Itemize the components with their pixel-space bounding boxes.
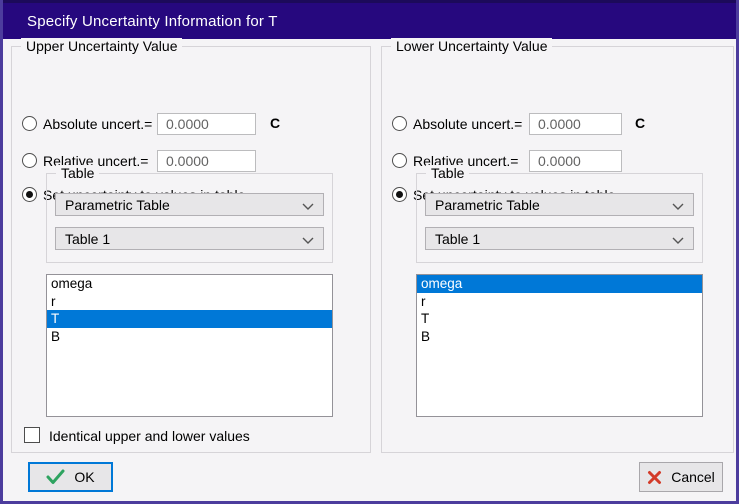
table-group-title: Table [426, 165, 469, 181]
titlebar[interactable]: Specify Uncertainty Information for T [0, 0, 739, 39]
upper-uncertainty-group: Upper Uncertainty Value Absolute uncert.… [11, 46, 371, 453]
cancel-button[interactable]: Cancel [639, 462, 723, 492]
selected-table-type: Parametric Table [65, 197, 170, 213]
lower-absolute-radio[interactable] [392, 116, 407, 131]
upper-absolute-radio[interactable] [22, 116, 37, 131]
lower-table-name-select[interactable]: Table 1 [425, 227, 694, 250]
lower-relative-radio[interactable] [392, 153, 407, 168]
group-title: Upper Uncertainty Value [21, 38, 182, 54]
upper-relative-radio[interactable] [22, 153, 37, 168]
check-icon [46, 469, 65, 485]
upper-table-name-select[interactable]: Table 1 [55, 227, 324, 250]
selected-table-name: Table 1 [65, 231, 110, 247]
lower-absolute-unit: C [635, 115, 645, 131]
cancel-button-label: Cancel [671, 469, 715, 485]
list-item[interactable]: B [417, 328, 702, 346]
selected-table-name: Table 1 [435, 231, 480, 247]
identical-checkbox[interactable] [24, 427, 40, 443]
upper-table-radio[interactable] [22, 187, 37, 202]
identical-checkbox-label[interactable]: Identical upper and lower values [49, 428, 250, 444]
group-title: Lower Uncertainty Value [391, 38, 552, 54]
lower-absolute-input[interactable] [529, 113, 622, 135]
x-icon [647, 470, 662, 485]
lower-relative-input[interactable] [529, 150, 622, 172]
list-item[interactable]: T [417, 310, 702, 328]
list-item[interactable]: B [47, 328, 332, 346]
chevron-down-icon [672, 231, 684, 247]
window-title: Specify Uncertainty Information for T [0, 13, 278, 30]
specify-uncertainty-dialog: Specify Uncertainty Information for T Up… [0, 0, 739, 504]
lower-table-radio[interactable] [392, 187, 407, 202]
chevron-down-icon [672, 197, 684, 213]
chevron-down-icon [302, 231, 314, 247]
list-item[interactable]: r [417, 293, 702, 311]
list-item[interactable]: T [47, 310, 332, 328]
ok-button[interactable]: OK [28, 462, 113, 492]
lower-table-group: Table Parametric Table Table 1 [416, 173, 703, 263]
lower-variable-listbox[interactable]: omega r T B [416, 274, 703, 417]
list-item[interactable]: omega [47, 275, 332, 293]
table-group-title: Table [56, 165, 99, 181]
list-item[interactable]: r [47, 293, 332, 311]
list-item[interactable]: omega [417, 275, 702, 293]
upper-absolute-label: Absolute uncert.= [43, 116, 152, 132]
upper-table-type-select[interactable]: Parametric Table [55, 193, 324, 216]
ok-button-label: OK [74, 469, 94, 485]
upper-variable-listbox[interactable]: omega r T B [46, 274, 333, 417]
upper-relative-input[interactable] [157, 150, 256, 172]
selected-table-type: Parametric Table [435, 197, 540, 213]
chevron-down-icon [302, 197, 314, 213]
lower-absolute-label: Absolute uncert.= [413, 116, 522, 132]
lower-uncertainty-group: Lower Uncertainty Value Absolute uncert.… [381, 46, 734, 453]
upper-absolute-unit: C [270, 115, 280, 131]
lower-table-type-select[interactable]: Parametric Table [425, 193, 694, 216]
upper-absolute-input[interactable] [157, 113, 256, 135]
upper-table-group: Table Parametric Table Table 1 [46, 173, 333, 263]
